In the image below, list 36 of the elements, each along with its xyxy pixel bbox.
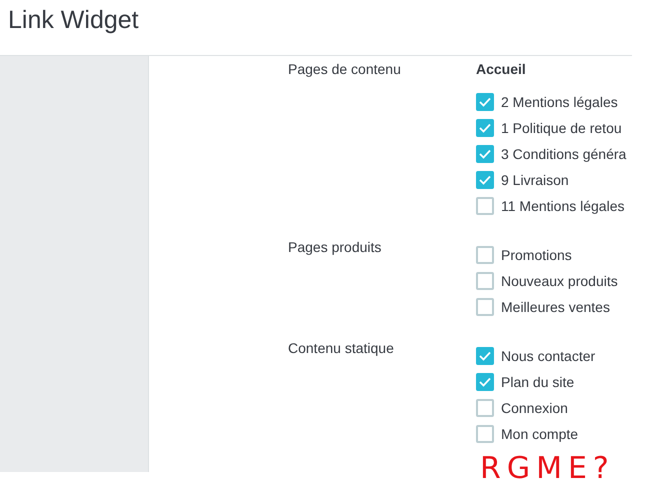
- checkbox-label: Connexion: [501, 400, 568, 416]
- checkbox-label: Plan du site: [501, 374, 574, 390]
- checkmark-icon: [479, 175, 491, 185]
- checkmark-icon: [479, 123, 491, 133]
- checkbox-label: Nouveaux produits: [501, 273, 618, 289]
- section-label: Pages produits: [288, 238, 382, 257]
- checkbox[interactable]: [476, 145, 494, 163]
- checkbox-label: Nous contacter: [501, 348, 596, 364]
- checkbox[interactable]: [476, 347, 494, 365]
- group-heading: Accueil: [476, 60, 527, 78]
- checkbox[interactable]: [476, 197, 494, 215]
- checkmark-icon: [479, 377, 491, 387]
- checkbox-label: 2 Mentions légales: [501, 94, 618, 110]
- checkbox-label: 3 Conditions généra: [501, 146, 626, 162]
- page-title: Link Widget: [8, 6, 139, 35]
- checkbox[interactable]: [476, 93, 494, 111]
- section-label: Contenu statique: [288, 339, 395, 358]
- checkbox[interactable]: [476, 425, 494, 443]
- handwritten-annotation: RGME?: [480, 452, 615, 486]
- checkbox-label: Mon compte: [501, 426, 578, 442]
- section-label: Pages de contenu: [288, 60, 402, 79]
- checkbox[interactable]: [476, 119, 494, 137]
- checkbox[interactable]: [476, 298, 494, 316]
- checkbox-label: 11 Mentions légales: [501, 198, 624, 214]
- checkbox[interactable]: [476, 171, 494, 189]
- checkbox-label: 1 Politique de retou: [501, 120, 622, 136]
- checkbox[interactable]: [476, 272, 494, 290]
- checkbox-label: Meilleures ventes: [501, 299, 610, 315]
- checkbox-label: Promotions: [501, 247, 572, 263]
- checkbox[interactable]: [476, 373, 494, 391]
- checkmark-icon: [479, 351, 491, 361]
- checkmark-icon: [479, 149, 491, 159]
- checkbox-label: 9 Livraison: [501, 172, 569, 188]
- checkbox[interactable]: [476, 246, 494, 264]
- checkbox[interactable]: [476, 399, 494, 417]
- checkmark-icon: [479, 97, 491, 107]
